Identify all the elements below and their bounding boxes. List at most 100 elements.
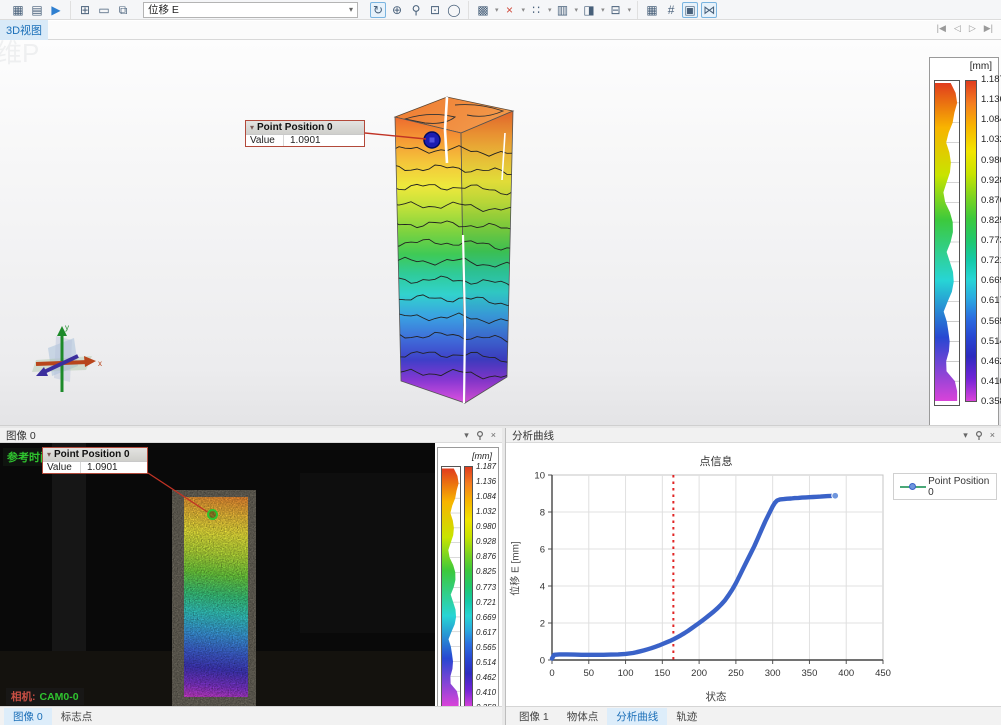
tab-图像 1[interactable]: 图像 1	[510, 708, 558, 725]
colorbar-label: 0.773	[476, 583, 500, 592]
panel-menu-icon[interactable]: ▾	[464, 430, 469, 441]
delete-selection-icon[interactable]: ×	[502, 2, 518, 18]
lasso-select-icon[interactable]: ◯	[446, 2, 462, 18]
colorbar-label: 1.084	[476, 492, 500, 501]
grid-small-icon[interactable]: ▦	[644, 2, 660, 18]
colorbar-label: 0.410	[476, 688, 500, 697]
point-annotation-3d[interactable]: ▾ Point Position 0 Value 1.0901	[245, 120, 365, 147]
stage-navigation: |◀ ◁ ▷ ▶|	[937, 23, 993, 34]
colorbar-label: 0.669	[476, 613, 500, 622]
annotation-caret-icon[interactable]: ▾	[250, 123, 254, 132]
curve-panel: 分析曲线 ▾ × 点信息 位移 E [mm] 状态 05010015020025…	[506, 428, 1001, 725]
image-overlay-icon[interactable]: ▣	[682, 2, 698, 18]
colorbar-image[interactable]: [mm] 1.1871.1361.0841.0320.9800.9280.876…	[437, 447, 499, 713]
colorbar-3d[interactable]: [mm] 1.1871.1361.0841.0320.9800.9280.876…	[929, 57, 999, 425]
tab-物体点[interactable]: 物体点	[558, 708, 608, 725]
colorbar-label: 0.928	[476, 537, 500, 546]
pan-view-icon[interactable]: ⊕	[389, 2, 405, 18]
collapse-panels-icon[interactable]: ⋈	[701, 2, 717, 18]
point-marker-image[interactable]	[207, 509, 218, 520]
report-table-icon[interactable]: ▤	[29, 2, 45, 18]
layers-caret-icon[interactable]: ▾	[628, 6, 632, 14]
analysis-chart[interactable]: 点信息 位移 E [mm] 状态 05010015020025030035040…	[506, 443, 1001, 705]
annotation-title: Point Position 0	[54, 449, 130, 460]
tab-分析曲线[interactable]: 分析曲线	[607, 708, 667, 725]
annotation-value-label: Value	[43, 462, 81, 473]
pin-icon[interactable]	[975, 431, 983, 440]
x-tick-label: 400	[838, 668, 854, 679]
tab-图像 0[interactable]: 图像 0	[4, 708, 52, 725]
result-type-dropdown[interactable]: 位移 E ▾	[143, 2, 358, 18]
rotate-view-icon[interactable]: ↻	[370, 2, 386, 18]
x-tick-label: 50	[583, 668, 594, 679]
annotation-value-label: Value	[246, 135, 284, 146]
select-points-icon[interactable]: ∷	[528, 2, 544, 18]
panel-menu-icon[interactable]: ▾	[963, 430, 968, 441]
gizmo-x-label: x	[98, 359, 102, 368]
chart-legend[interactable]: Point Position 0	[893, 473, 997, 500]
y-tick-label: 10	[534, 471, 545, 482]
annotation-caret-icon[interactable]: ▾	[47, 450, 51, 459]
colorbar-unit: [mm]	[970, 61, 992, 72]
zoom-fit-icon[interactable]: ⊡	[427, 2, 443, 18]
view-tab-bar: 3D视图 |◀ ◁ ▷ ▶|	[0, 21, 1001, 40]
camera-view-caret-icon[interactable]: ▾	[601, 6, 605, 14]
colorbar-label: 0.721	[981, 256, 1001, 266]
first-stage-icon[interactable]: |◀	[937, 23, 946, 34]
colorbar-label: 0.514	[981, 337, 1001, 347]
point-annotation-image[interactable]: ▾ Point Position 0 Value 1.0901	[42, 447, 148, 474]
legend-series-label: Point Position 0	[928, 476, 990, 498]
colorbar-label: 0.617	[981, 296, 1001, 306]
colorbar-histogram	[934, 80, 960, 406]
layout-columns-icon[interactable]: ▥	[555, 2, 571, 18]
camera-view-icon[interactable]: ◨	[581, 2, 597, 18]
axis-gizmo-icon[interactable]: x y	[26, 320, 104, 404]
y-tick-label: 0	[540, 656, 545, 667]
colorbar-label: 1.187	[476, 462, 500, 471]
play-icon[interactable]: ▶	[48, 2, 64, 18]
y-tick-label: 6	[540, 545, 545, 556]
colorbar-label: 0.617	[476, 628, 500, 637]
select-points-caret-icon[interactable]: ▾	[548, 6, 552, 14]
x-tick-label: 200	[691, 668, 707, 679]
delete-selection-caret-icon[interactable]: ▾	[522, 6, 526, 14]
camera-image[interactable]: 参考时间 ▾ Point Position 0 Value 1.0901 相机:…	[0, 443, 435, 706]
layers-icon[interactable]: ⊟	[608, 2, 624, 18]
colorbar-label: 0.565	[476, 643, 500, 652]
zoom-view-icon[interactable]: ⚲	[408, 2, 424, 18]
specimen-3d-mesh[interactable]	[385, 85, 525, 417]
3d-viewport[interactable]: 维P x y	[0, 40, 1001, 425]
close-icon[interactable]: ×	[491, 430, 496, 440]
colorbar-label: 0.514	[476, 658, 500, 667]
copy-element-icon[interactable]: ⧉	[115, 2, 131, 18]
fit-all-caret-icon[interactable]: ▾	[495, 6, 499, 14]
tab-标志点[interactable]: 标志点	[52, 708, 102, 725]
pin-icon[interactable]	[476, 431, 484, 440]
image-panel-tabs: 图像 0标志点	[0, 706, 502, 725]
project-grid-icon[interactable]: ▦	[10, 2, 26, 18]
colorbar-label: 0.773	[981, 236, 1001, 246]
x-tick-label: 450	[875, 668, 891, 679]
x-tick-label: 0	[549, 668, 554, 679]
chart-y-axis-label: 位移 E [mm]	[507, 521, 522, 617]
close-icon[interactable]: ×	[990, 430, 995, 440]
fit-all-icon[interactable]: ▩	[475, 2, 491, 18]
layout-columns-caret-icon[interactable]: ▾	[575, 6, 579, 14]
tab-3d-view[interactable]: 3D视图	[0, 20, 48, 40]
last-stage-icon[interactable]: ▶|	[984, 23, 993, 34]
result-type-value: 位移 E	[148, 2, 179, 17]
colorbar-unit: [mm]	[472, 451, 492, 461]
prev-stage-icon[interactable]: ◁	[954, 23, 961, 34]
application-window: ▦▤▶⊞▭⧉ 位移 E ▾ ↻⊕⚲⊡◯▩▾×▾∷▾▥▾◨▾⊟▾▦#▣⋈ 3D视图…	[0, 0, 1001, 725]
y-tick-label: 8	[540, 508, 545, 519]
colorbar-gradient	[464, 466, 473, 708]
grid-large-icon[interactable]: #	[663, 2, 679, 18]
annotation-value: 1.0901	[284, 135, 364, 146]
tab-轨迹[interactable]: 轨迹	[667, 708, 706, 725]
edit-element-icon[interactable]: ▭	[96, 2, 112, 18]
next-stage-icon[interactable]: ▷	[969, 23, 976, 34]
colorbar-label: 1.084	[981, 115, 1001, 125]
point-marker-core	[430, 138, 435, 143]
add-element-icon[interactable]: ⊞	[77, 2, 93, 18]
image-panel-header: 图像 0 ▾ ×	[0, 428, 502, 443]
